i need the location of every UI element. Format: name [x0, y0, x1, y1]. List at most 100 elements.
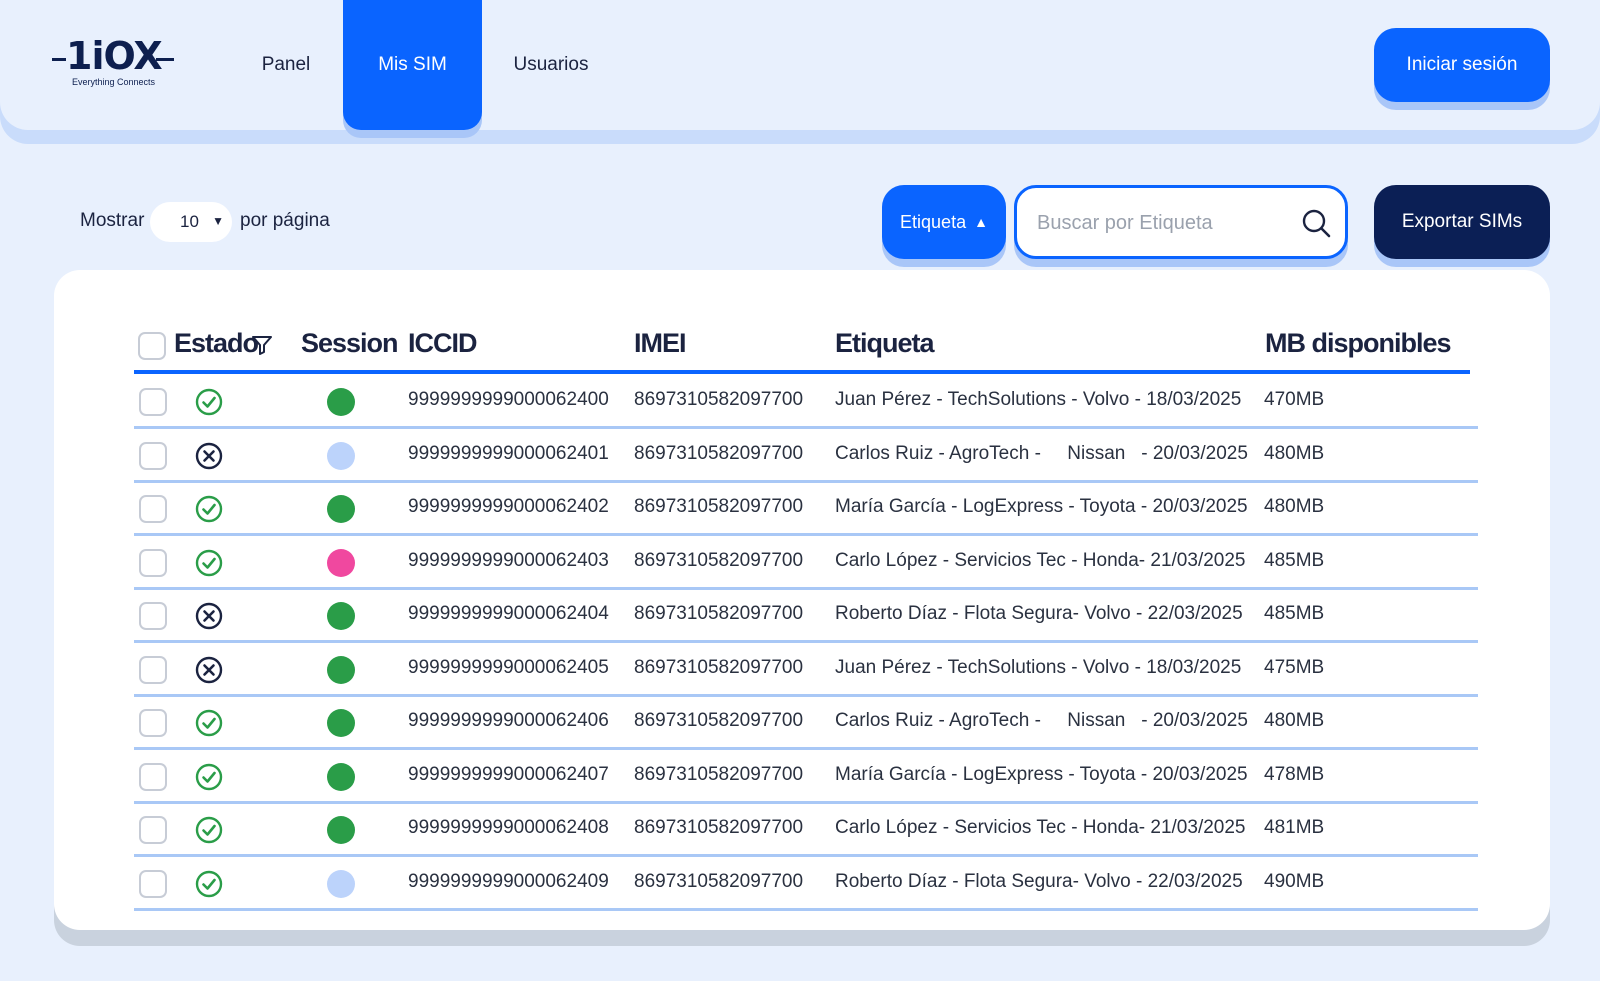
- search-icon[interactable]: [1301, 208, 1331, 238]
- per-page-value: 10: [180, 212, 199, 231]
- table-row[interactable]: 9999999999000062408 8697310582097700 Car…: [134, 804, 1478, 857]
- cell-iccid: 9999999999000062404: [408, 603, 609, 624]
- status-active-check-icon: [195, 495, 223, 523]
- brand-logo[interactable]: 1iOX Everything Connects: [52, 34, 176, 90]
- status-inactive-x-icon: [195, 602, 223, 630]
- table-row[interactable]: 9999999999000062400 8697310582097700 Jua…: [134, 376, 1478, 429]
- cell-mb-disponibles: 475MB: [1264, 656, 1325, 678]
- search-input[interactable]: [1037, 206, 1287, 240]
- logo-line-left: [52, 58, 66, 61]
- row-checkbox[interactable]: [139, 548, 167, 577]
- status-active-check-icon: [195, 709, 223, 737]
- cell-iccid: 9999999999000062405: [408, 656, 609, 678]
- cell-imei: 8697310582097700: [634, 549, 804, 571]
- cell-iccid: 9999999999000062401: [408, 442, 609, 464]
- cell-mb-disponibles: 480MB: [1264, 710, 1325, 731]
- status-active-check-icon: [195, 549, 223, 576]
- table-row[interactable]: 9999999999000062404 8697310582097700 Rob…: [134, 590, 1478, 643]
- table-row[interactable]: 9999999999000062403 8697310582097700 Car…: [134, 537, 1478, 590]
- session-indicator: [327, 441, 355, 470]
- cell-mb-disponibles: 490MB: [1264, 870, 1325, 892]
- tag-sort-button[interactable]: Etiqueta ▲: [882, 185, 1006, 259]
- table-row[interactable]: 9999999999000062409 8697310582097700 Rob…: [134, 858, 1478, 911]
- cell-mb-disponibles: 481MB: [1264, 817, 1325, 838]
- cell-mb-disponibles: 485MB: [1264, 603, 1325, 624]
- cell-imei: 8697310582097700: [634, 710, 804, 731]
- cell-iccid: 9999999999000062407: [408, 763, 609, 785]
- session-indicator: [327, 495, 355, 523]
- select-all-checkbox[interactable]: [138, 332, 166, 360]
- row-checkbox[interactable]: [139, 441, 167, 470]
- cell-etiqueta: Roberto Díaz - Flota Segura- Volvo - 22/…: [835, 603, 1243, 624]
- cell-mb-disponibles: 478MB: [1264, 763, 1325, 785]
- table-row[interactable]: 9999999999000062405 8697310582097700 Jua…: [134, 644, 1478, 697]
- nav-panel[interactable]: Panel: [246, 0, 326, 130]
- status-inactive-x-icon: [195, 442, 223, 469]
- session-indicator: [327, 762, 355, 791]
- logo-wordmark: 1iOX: [66, 34, 163, 78]
- col-header-estado[interactable]: Estado: [174, 328, 259, 359]
- session-indicator: [327, 709, 355, 737]
- cell-mb-disponibles: 480MB: [1264, 442, 1325, 464]
- per-page-suffix: por página: [240, 210, 330, 231]
- row-checkbox[interactable]: [139, 388, 167, 416]
- nav-mis-sim[interactable]: Mis SIM: [343, 0, 482, 130]
- export-sims-button[interactable]: Exportar SIMs: [1374, 185, 1550, 259]
- login-button[interactable]: Iniciar sesión: [1374, 28, 1550, 102]
- cell-iccid: 9999999999000062400: [408, 389, 609, 410]
- tag-sort-label: Etiqueta: [900, 211, 967, 232]
- status-active-check-icon: [195, 388, 223, 416]
- col-header-mb-disponibles[interactable]: MB disponibles: [1265, 328, 1452, 359]
- table-row[interactable]: 9999999999000062401 8697310582097700 Car…: [134, 430, 1478, 483]
- row-checkbox[interactable]: [139, 762, 167, 791]
- session-indicator: [327, 869, 355, 898]
- table-row[interactable]: 9999999999000062402 8697310582097700 Mar…: [134, 483, 1478, 536]
- filter-icon[interactable]: [251, 334, 273, 356]
- session-indicator: [327, 816, 355, 844]
- cell-etiqueta: Carlo López - Servicios Tec - Honda- 21/…: [835, 817, 1246, 838]
- col-header-iccid[interactable]: ICCID: [408, 328, 477, 359]
- cell-etiqueta: Juan Pérez - TechSolutions - Volvo - 18/…: [835, 389, 1242, 410]
- row-divider: [134, 907, 1478, 911]
- row-checkbox[interactable]: [139, 495, 167, 523]
- row-checkbox[interactable]: [139, 602, 167, 630]
- status-active-check-icon: [195, 870, 223, 897]
- cell-iccid: 9999999999000062406: [408, 710, 609, 731]
- caret-down-icon: ▼: [212, 214, 224, 228]
- cell-imei: 8697310582097700: [634, 817, 804, 838]
- cell-etiqueta: Carlo López - Servicios Tec - Honda- 21/…: [835, 549, 1246, 571]
- status-active-check-icon: [195, 816, 223, 844]
- session-indicator: [327, 548, 355, 577]
- row-checkbox[interactable]: [139, 655, 167, 684]
- cell-etiqueta: Carlos Ruiz - AgroTech - Nissan - 20/03/…: [835, 442, 1248, 464]
- cell-imei: 8697310582097700: [634, 656, 804, 678]
- col-header-etiqueta[interactable]: Etiqueta: [835, 328, 935, 359]
- cell-iccid: 9999999999000062403: [408, 549, 609, 571]
- table-row[interactable]: 9999999999000062406 8697310582097700 Car…: [134, 697, 1478, 750]
- cell-imei: 8697310582097700: [634, 763, 804, 785]
- top-navbar: 1iOX Everything Connects Panel Mis SIM U…: [0, 0, 1600, 130]
- status-inactive-x-icon: [195, 656, 223, 683]
- cell-etiqueta: Roberto Díaz - Flota Segura- Volvo - 22/…: [835, 870, 1243, 892]
- col-header-session[interactable]: Session: [301, 328, 399, 359]
- cell-imei: 8697310582097700: [634, 603, 804, 624]
- col-header-imei[interactable]: IMEI: [634, 328, 687, 359]
- cell-iccid: 9999999999000062409: [408, 870, 609, 892]
- per-page-select[interactable]: 10 ▼: [150, 202, 232, 242]
- cell-imei: 8697310582097700: [634, 496, 804, 517]
- cell-imei: 8697310582097700: [634, 442, 804, 464]
- cell-mb-disponibles: 470MB: [1264, 389, 1325, 410]
- table-header-divider: [134, 370, 1470, 374]
- cell-etiqueta: María García - LogExpress - Toyota - 20/…: [835, 496, 1248, 517]
- row-checkbox[interactable]: [139, 816, 167, 844]
- row-checkbox[interactable]: [139, 869, 167, 898]
- nav-usuarios[interactable]: Usuarios: [500, 0, 602, 130]
- cell-etiqueta: María García - LogExpress - Toyota - 20/…: [835, 763, 1248, 785]
- row-checkbox[interactable]: [139, 709, 167, 737]
- cell-iccid: 9999999999000062402: [408, 496, 609, 517]
- table-row[interactable]: 9999999999000062407 8697310582097700 Mar…: [134, 751, 1478, 804]
- logo-tagline: Everything Connects: [72, 77, 156, 87]
- search-box: [1014, 185, 1348, 259]
- status-active-check-icon: [195, 763, 223, 790]
- cell-etiqueta: Juan Pérez - TechSolutions - Volvo - 18/…: [835, 656, 1242, 678]
